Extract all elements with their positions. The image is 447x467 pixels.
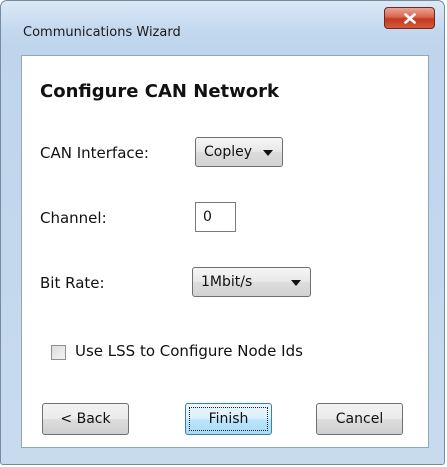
bit-rate-value: 1Mbit/s xyxy=(201,274,253,290)
channel-value: 0 xyxy=(203,209,212,225)
close-button[interactable] xyxy=(384,7,435,29)
wizard-page: Configure CAN Network CAN Interface: Cop… xyxy=(21,55,429,448)
title-bar[interactable]: Communications Wizard xyxy=(1,1,444,45)
channel-input[interactable]: 0 xyxy=(195,202,236,232)
dialog-window: Communications Wizard Configure CAN Netw… xyxy=(0,0,445,465)
channel-label: Channel: xyxy=(40,209,107,227)
chevron-down-icon xyxy=(291,280,301,286)
use-lss-checkbox[interactable] xyxy=(51,345,66,360)
cancel-button[interactable]: Cancel xyxy=(316,403,403,435)
bit-rate-label: Bit Rate: xyxy=(40,274,105,292)
use-lss-label[interactable]: Use LSS to Configure Node Ids xyxy=(75,342,303,360)
chevron-down-icon xyxy=(263,150,273,156)
can-interface-dropdown[interactable]: Copley xyxy=(195,137,283,167)
finish-button-label: Finish xyxy=(208,411,249,427)
page-heading: Configure CAN Network xyxy=(40,81,279,102)
back-button[interactable]: < Back xyxy=(42,403,129,435)
bit-rate-dropdown[interactable]: 1Mbit/s xyxy=(192,267,311,297)
back-button-label: < Back xyxy=(60,411,111,427)
cancel-button-label: Cancel xyxy=(335,411,384,427)
close-icon xyxy=(403,12,416,24)
finish-button[interactable]: Finish xyxy=(185,403,272,435)
window-title: Communications Wizard xyxy=(23,25,181,40)
can-interface-value: Copley xyxy=(204,144,253,160)
can-interface-label: CAN Interface: xyxy=(40,144,149,162)
